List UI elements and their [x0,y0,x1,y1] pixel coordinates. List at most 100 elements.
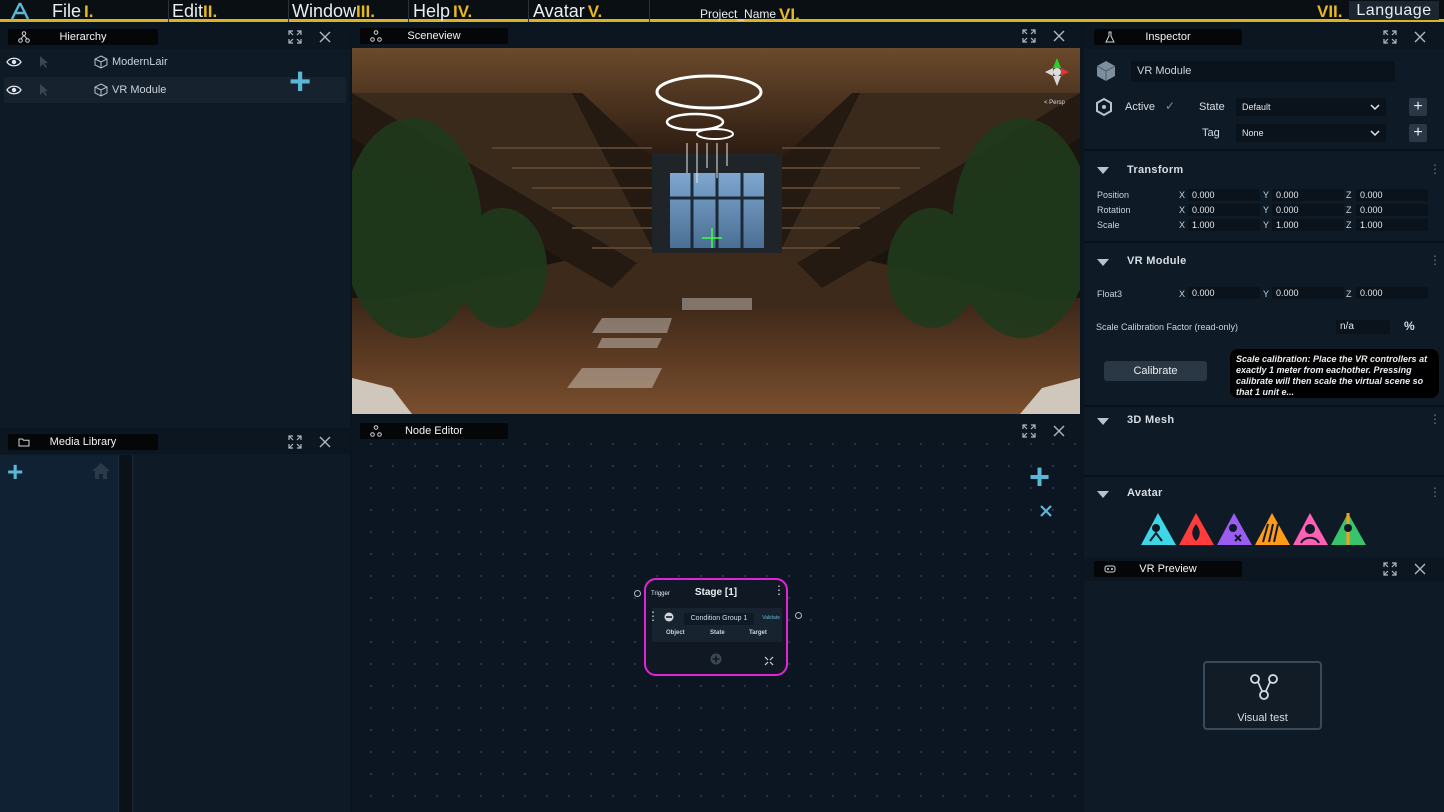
vr-module-menu-icon[interactable]: ⋮ [1429,254,1441,266]
select-cursor-icon[interactable] [38,55,50,69]
scale-label: Scale [1097,220,1120,230]
vr-module-title: VR Module [1127,255,1187,267]
add-object-button[interactable]: + [289,63,311,101]
close-icon[interactable] [1052,424,1066,438]
float3-y-field[interactable]: 0.000 [1272,287,1344,299]
hierarchy-title: Hierarchy [59,31,107,43]
collapse-transform-icon[interactable] [1097,167,1109,174]
close-icon[interactable] [1052,29,1066,43]
tab-inspector[interactable]: Inspector [1094,29,1242,45]
scale-x-field[interactable]: 1.000 [1188,219,1260,231]
fit-view-icon[interactable] [764,656,774,666]
menu-file-label: File [52,1,82,21]
maximize-icon[interactable] [1022,424,1036,438]
delete-node-icon[interactable] [1039,504,1053,518]
avatar-2-icon[interactable] [1178,512,1215,546]
drag-handle-icon[interactable]: ⋮ [647,610,659,622]
menu-edit-num: II. [203,2,218,21]
collapse-avatar-icon[interactable] [1097,491,1109,498]
menu-separator [408,0,409,22]
maximize-icon[interactable] [288,30,302,44]
add-condition-icon[interactable] [710,653,722,665]
project-name[interactable]: Project_Name VI. [700,3,800,24]
node-output-port[interactable] [795,612,802,619]
tab-hierarchy[interactable]: Hierarchy [8,29,158,45]
add-media-button[interactable]: + [7,458,23,486]
tab-media-library[interactable]: Media Library [8,434,158,450]
menu-edit-label: Edit [172,1,204,21]
menu-file[interactable]: File I. [52,1,93,22]
position-x-field[interactable]: 0.000 [1188,189,1260,201]
avatar-5-icon[interactable] [1292,512,1329,546]
menu-avatar[interactable]: Avatar V. [533,1,602,22]
calibrate-button[interactable]: Calibrate [1104,361,1207,381]
tag-dropdown[interactable]: None [1236,124,1386,142]
node-editor-title: Node Editor [404,425,464,437]
collapse-mesh-icon[interactable] [1097,418,1109,425]
scale-y-field[interactable]: 1.000 [1272,219,1344,231]
active-toggle-icon[interactable] [1096,98,1112,116]
maximize-icon[interactable] [1022,29,1036,43]
validate-label[interactable]: Validate [762,615,780,621]
active-checkbox[interactable]: ✓ [1165,99,1175,113]
stage-node[interactable]: Trigger Stage [1] ⋮ ⋮ Condition Group 1 … [644,578,788,676]
eye-icon[interactable] [6,84,22,96]
remove-condition-icon[interactable] [664,612,674,622]
rotation-x-field[interactable]: 0.000 [1188,204,1260,216]
eye-icon[interactable] [6,56,22,68]
scale-z-field[interactable]: 1.000 [1356,219,1428,231]
menu-window-label: Window [292,1,357,21]
sceneview-header: Sceneview [352,25,1080,48]
axis-x: X [1179,205,1186,215]
language-button[interactable]: Language [1349,1,1439,20]
rotation-z-field[interactable]: 0.000 [1356,204,1428,216]
avatar-3-icon[interactable] [1216,512,1253,546]
close-icon[interactable] [1413,30,1427,44]
maximize-icon[interactable] [288,435,302,449]
active-label: Active [1125,101,1155,113]
collapse-vr-module-icon[interactable] [1097,259,1109,266]
state-dropdown[interactable]: Default [1236,98,1386,116]
add-node-button[interactable]: + [1029,459,1050,495]
object-name-input[interactable]: VR Module [1131,61,1395,82]
graph-node-icon [1250,674,1278,700]
transform-menu-icon[interactable]: ⋮ [1429,163,1441,175]
position-y-field[interactable]: 0.000 [1272,189,1344,201]
close-icon[interactable] [1413,562,1427,576]
visual-test-button[interactable]: Visual test [1203,661,1322,730]
position-z-field[interactable]: 0.000 [1356,189,1428,201]
media-library-header: Media Library [0,430,350,454]
scene-viewport[interactable]: < Persp [352,48,1080,414]
maximize-icon[interactable] [1383,30,1397,44]
rotation-y-field[interactable]: 0.000 [1272,204,1344,216]
tab-sceneview[interactable]: Sceneview [360,28,508,44]
tab-vr-preview[interactable]: VR Preview [1094,561,1242,577]
home-icon[interactable] [91,462,111,480]
app-logo-icon[interactable] [10,2,30,20]
maximize-icon[interactable] [1383,562,1397,576]
close-icon[interactable] [318,435,332,449]
condition-group[interactable]: ⋮ Condition Group 1 Validate Object Stat… [647,608,782,642]
menu-window[interactable]: WindowIII. [292,1,375,22]
menu-help[interactable]: Help IV. [413,1,472,22]
mesh-menu-icon[interactable]: ⋮ [1429,413,1441,425]
float3-x-field[interactable]: 0.000 [1188,287,1260,299]
hierarchy-panel: Hierarchy ModernLair VR Module + [0,25,350,428]
media-scrollbar[interactable] [118,455,133,812]
menu-edit[interactable]: EditII. [172,1,217,22]
avatar-6-icon[interactable] [1330,512,1367,546]
avatar-menu-icon[interactable]: ⋮ [1429,486,1441,498]
tab-node-editor[interactable]: Node Editor [360,423,508,439]
node-menu-icon[interactable]: ⋮ [773,584,785,596]
visual-test-label: Visual test [1237,712,1288,724]
node-input-port[interactable] [634,590,641,597]
close-icon[interactable] [318,30,332,44]
select-cursor-icon[interactable] [38,83,50,97]
avatar-4-icon[interactable] [1254,512,1291,546]
avatar-1-icon[interactable] [1140,512,1177,546]
persp-label[interactable]: < Persp [1044,100,1066,106]
add-tag-button[interactable]: + [1409,124,1427,142]
section-divider [1084,241,1444,243]
add-state-button[interactable]: + [1409,98,1427,116]
float3-z-field[interactable]: 0.000 [1356,287,1428,299]
